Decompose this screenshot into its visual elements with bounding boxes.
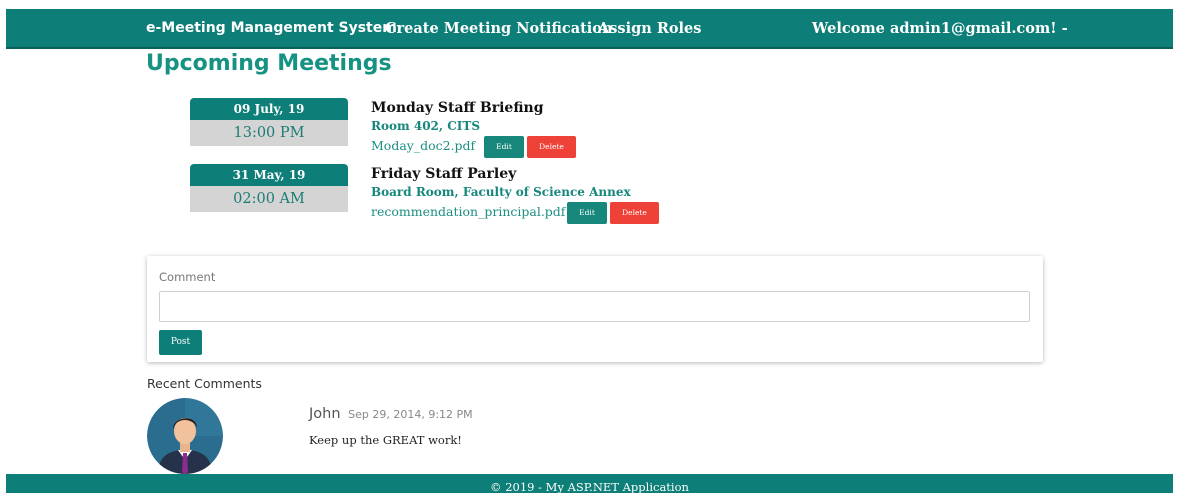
meeting-title: Monday Staff Briefing	[371, 100, 544, 116]
comment-author: John	[309, 406, 341, 422]
delete-button[interactable]: Delete	[610, 202, 659, 224]
recent-comments-heading: Recent Comments	[147, 376, 262, 391]
meeting-title: Friday Staff Parley	[371, 166, 517, 182]
comment-panel: Comment Post	[147, 256, 1043, 362]
comment-text: Keep up the GREAT work!	[309, 433, 462, 447]
meeting-room: Board Room, Faculty of Science Annex	[371, 185, 631, 199]
navbar: e-Meeting Management System Create Meeti…	[6, 9, 1173, 49]
meeting-room: Room 402, CITS	[371, 119, 481, 133]
post-button[interactable]: Post	[159, 330, 202, 355]
comment-date: Sep 29, 2014, 9:12 PM	[348, 408, 473, 421]
meeting-date: 09 July, 19	[190, 98, 348, 120]
edit-button[interactable]: Edit	[484, 136, 524, 158]
edit-button[interactable]: Edit	[567, 202, 607, 224]
meeting-date-box: 09 July, 19 13:00 PM	[190, 98, 348, 146]
meeting-item: 31 May, 19 02:00 AM Friday Staff Parley …	[190, 164, 890, 226]
delete-button[interactable]: Delete	[527, 136, 576, 158]
create-meeting-link[interactable]: Create Meeting Notification	[385, 20, 613, 37]
meeting-time: 13:00 PM	[190, 120, 348, 146]
user-avatar-icon	[147, 398, 223, 474]
meeting-date-box: 31 May, 19 02:00 AM	[190, 164, 348, 212]
brand-link[interactable]: e-Meeting Management System	[146, 20, 397, 36]
comment-input[interactable]	[159, 291, 1030, 322]
welcome-user-link[interactable]: Welcome admin1@gmail.com! -	[812, 20, 1068, 37]
meeting-file-link[interactable]: Moday_doc2.pdf	[371, 138, 475, 153]
footer: © 2019 - My ASP.NET Application	[6, 474, 1173, 493]
meeting-file-link[interactable]: recommendation_principal.pdf	[371, 204, 565, 219]
page-title: Upcoming Meetings	[146, 51, 392, 76]
meeting-date: 31 May, 19	[190, 164, 348, 186]
assign-roles-link[interactable]: Assign Roles	[598, 20, 701, 37]
meeting-time: 02:00 AM	[190, 186, 348, 212]
meeting-item: 09 July, 19 13:00 PM Monday Staff Briefi…	[190, 98, 890, 160]
comment-label: Comment	[159, 270, 216, 284]
comment-author-line: John Sep 29, 2014, 9:12 PM	[309, 406, 473, 422]
